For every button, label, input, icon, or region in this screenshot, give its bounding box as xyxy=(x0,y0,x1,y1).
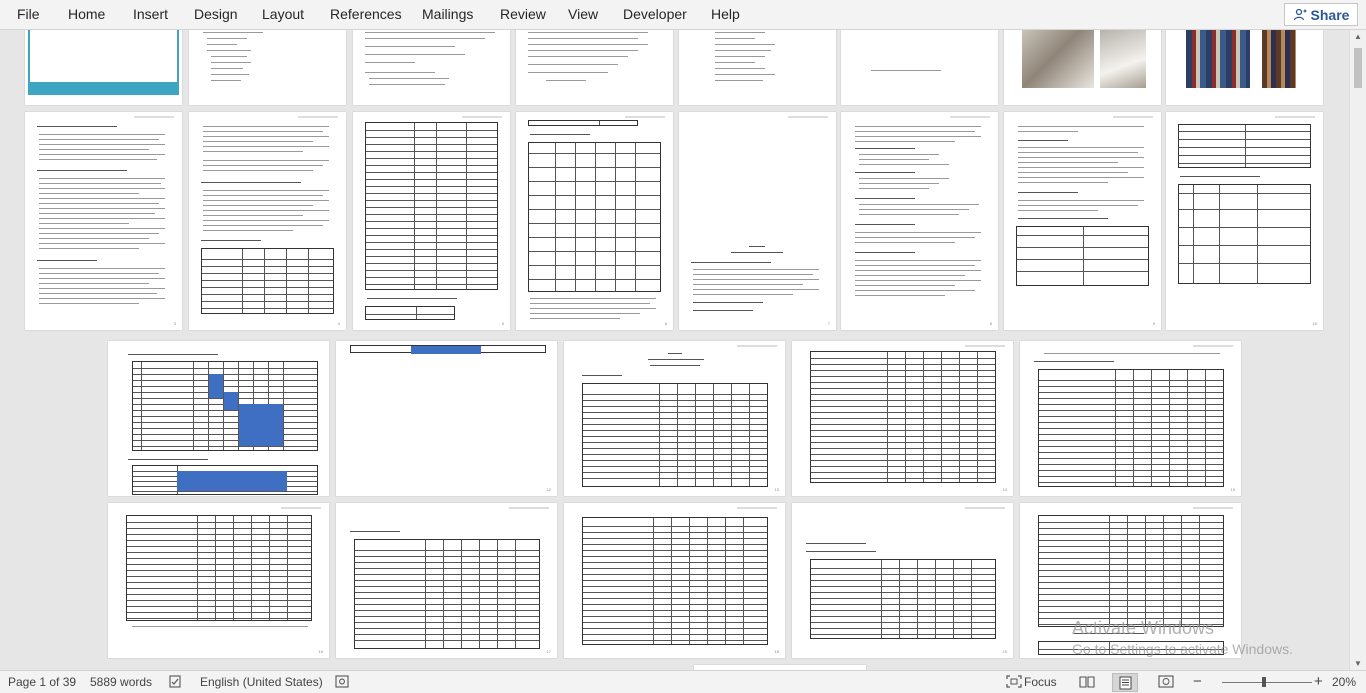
share-label: Share xyxy=(1310,6,1350,23)
tab-review[interactable]: Review xyxy=(500,6,546,22)
page-thumbnail[interactable] xyxy=(353,30,510,105)
share-person-icon xyxy=(1293,8,1307,20)
read-mode-icon[interactable] xyxy=(1079,675,1095,688)
zoom-in-button[interactable]: + xyxy=(1314,673,1323,690)
table xyxy=(1178,124,1311,168)
page-thumbnail-gantt[interactable]: 12 xyxy=(336,341,557,496)
page-thumbnail[interactable]: 6 xyxy=(516,112,673,330)
page-thumbnail[interactable] xyxy=(841,30,998,105)
table xyxy=(132,361,318,451)
table xyxy=(810,559,996,639)
table xyxy=(582,517,768,645)
page-thumbnail[interactable]: 17 xyxy=(336,503,557,658)
table xyxy=(132,465,318,495)
tab-references[interactable]: References xyxy=(330,6,402,22)
status-bar: Page 1 of 39 5889 words English (United … xyxy=(0,670,1366,693)
table xyxy=(365,306,455,320)
page-thumbnail[interactable]: 19 xyxy=(792,503,1013,658)
web-layout-icon[interactable] xyxy=(1158,675,1174,688)
page-thumbnail[interactable]: 3 xyxy=(25,112,182,330)
page-thumbnail[interactable] xyxy=(189,30,346,105)
table xyxy=(201,248,334,314)
page-thumbnail[interactable]: 9 xyxy=(1004,112,1161,330)
page-thumbnail[interactable]: 8 xyxy=(841,112,998,330)
table xyxy=(354,539,540,649)
page-thumbnail[interactable]: 16 xyxy=(108,503,329,658)
table xyxy=(1016,226,1149,286)
scroll-down-icon[interactable]: ▼ xyxy=(1354,659,1362,668)
share-button[interactable]: Share xyxy=(1284,3,1358,26)
table xyxy=(1178,184,1311,284)
page-thumbnail[interactable]: 5 xyxy=(353,112,510,330)
tab-mailings[interactable]: Mailings xyxy=(422,6,473,22)
focus-button[interactable]: Focus xyxy=(1024,675,1057,689)
zoom-level[interactable]: 20% xyxy=(1332,675,1356,689)
ribbon-tabs-bar: File Home Insert Design Layout Reference… xyxy=(0,0,1366,30)
tab-home[interactable]: Home xyxy=(68,6,105,22)
scroll-up-icon[interactable]: ▲ xyxy=(1354,32,1362,41)
tab-insert[interactable]: Insert xyxy=(133,6,168,22)
tab-view[interactable]: View xyxy=(568,6,598,22)
page-thumbnail[interactable]: 14 xyxy=(792,341,1013,496)
vertical-scrollbar[interactable]: ▲ ▼ xyxy=(1349,30,1366,670)
proofing-check-icon[interactable] xyxy=(169,675,183,688)
watermark-title: Activate Windows xyxy=(1072,618,1215,638)
page-thumbnail[interactable]: 4 xyxy=(189,112,346,330)
focus-icon[interactable] xyxy=(1006,675,1022,688)
table xyxy=(810,351,996,483)
scrollbar-thumb[interactable] xyxy=(1354,48,1362,88)
table xyxy=(528,120,638,126)
table xyxy=(1038,369,1224,487)
page-thumbnail[interactable]: 7 xyxy=(679,112,836,330)
zoom-out-button[interactable]: − xyxy=(1193,673,1202,690)
print-layout-button[interactable] xyxy=(1112,673,1138,692)
page-count[interactable]: Page 1 of 39 xyxy=(8,675,76,689)
accessibility-icon[interactable] xyxy=(335,675,349,688)
page-thumbnail[interactable] xyxy=(516,30,673,105)
activate-windows-watermark: Activate Windows Go to Settings to activ… xyxy=(1072,618,1293,657)
table xyxy=(365,122,498,290)
page-thumbnail-photo[interactable] xyxy=(1004,30,1161,105)
zoom-slider[interactable] xyxy=(1222,682,1312,683)
watermark-subtitle: Go to Settings to activate Windows. xyxy=(1072,641,1293,657)
tab-layout[interactable]: Layout xyxy=(262,6,304,22)
language-indicator[interactable]: English (United States) xyxy=(200,675,323,689)
table xyxy=(582,383,768,487)
page-thumbnail[interactable]: 15 xyxy=(1020,341,1241,496)
print-layout-icon xyxy=(1119,676,1132,690)
table xyxy=(126,515,312,621)
tab-developer[interactable]: Developer xyxy=(623,6,687,22)
table xyxy=(1038,515,1224,627)
page-thumbnail[interactable]: 13 xyxy=(564,341,785,496)
page-thumbnail-photo[interactable] xyxy=(1166,30,1323,105)
tab-help[interactable]: Help xyxy=(711,6,740,22)
zoom-slider-handle[interactable] xyxy=(1262,677,1266,687)
page-thumbnail[interactable]: 10 xyxy=(1166,112,1323,330)
page-thumbnail[interactable] xyxy=(679,30,836,105)
table xyxy=(350,345,546,354)
table xyxy=(528,142,661,292)
word-count[interactable]: 5889 words xyxy=(90,675,152,689)
page-thumbnail-cover[interactable] xyxy=(25,30,182,105)
page-thumbnail[interactable]: 18 xyxy=(564,503,785,658)
tab-design[interactable]: Design xyxy=(194,6,238,22)
tab-file[interactable]: File xyxy=(17,6,40,22)
document-canvas[interactable]: 3 4 5 6 7 8 9 10 12 13 14 15 16 17 18 19 xyxy=(0,30,1349,670)
page-thumbnail-gantt[interactable] xyxy=(108,341,329,496)
